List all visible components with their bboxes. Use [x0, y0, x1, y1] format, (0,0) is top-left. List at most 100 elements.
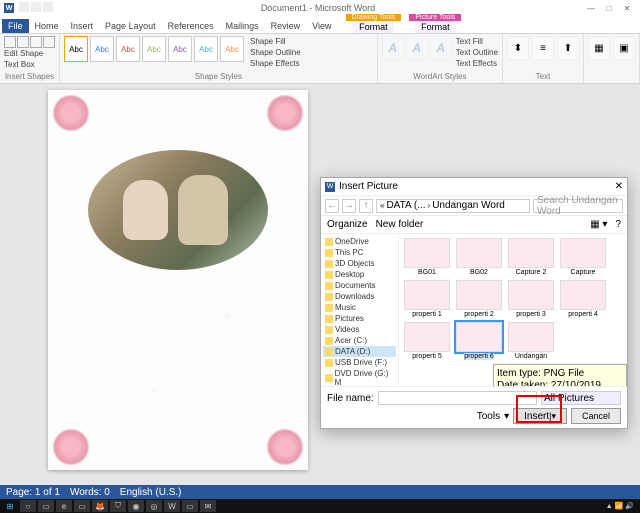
position-button[interactable]: ▦ [588, 36, 610, 60]
sidebar-item[interactable]: Videos [323, 324, 396, 335]
file-thumbnail[interactable]: properti 2 [455, 280, 503, 318]
status-bar[interactable]: Page: 1 of 1 Words: 0 English (U.S.) [0, 485, 640, 499]
file-thumbnail[interactable]: BG02 [455, 238, 503, 276]
rose-corner-icon [266, 94, 304, 132]
shape-effects-button[interactable]: Shape Effects [250, 58, 301, 69]
taskbar-button[interactable]: ⛉ [110, 500, 126, 512]
word-icon: W [4, 3, 14, 13]
sidebar-item[interactable]: OneDrive [323, 236, 396, 247]
file-thumbnail[interactable]: Capture 2 [507, 238, 555, 276]
quick-access-toolbar[interactable] [18, 2, 54, 15]
insert-picture-dialog: WInsert Picture ✕ ← → ↑ « DATA (... › Un… [320, 177, 628, 429]
tab-references[interactable]: References [162, 19, 220, 33]
dialog-nav: ← → ↑ « DATA (... › Undangan Word Search… [321, 196, 627, 216]
sidebar-item[interactable]: USB Drive (F:) [323, 357, 396, 368]
file-thumbnail[interactable]: BG01 [403, 238, 451, 276]
tab-mailings[interactable]: Mailings [220, 19, 265, 33]
tools-dropdown[interactable]: Tools [477, 411, 500, 422]
create-link-button[interactable]: ⬆ [557, 36, 579, 60]
tab-page-layout[interactable]: Page Layout [99, 19, 162, 33]
tab-format-drawing[interactable]: Format [353, 21, 394, 33]
page-count[interactable]: Page: 1 of 1 [6, 487, 60, 498]
edit-shape-button[interactable]: Edit Shape [4, 48, 55, 59]
view-options-button[interactable]: ▦ ▾ [590, 219, 607, 230]
shapes-gallery[interactable] [4, 36, 55, 48]
file-thumbnail[interactable]: properti 6 [455, 322, 503, 360]
file-thumbnail[interactable]: Undangan [507, 322, 555, 360]
taskbar[interactable]: ⊞○▭e▭🦊⛉◉◎W▭✉▲ 📶 🔊 [0, 499, 640, 513]
back-button[interactable]: ← [325, 199, 339, 213]
taskbar-button[interactable]: ▭ [182, 500, 198, 512]
dialog-titlebar[interactable]: WInsert Picture ✕ [321, 178, 627, 196]
wordart-gallery[interactable]: AAA [382, 36, 452, 69]
tab-view[interactable]: View [306, 19, 337, 33]
taskbar-button[interactable]: ◎ [146, 500, 162, 512]
sidebar-item[interactable]: Acer (C:) [323, 335, 396, 346]
insert-button[interactable]: Insert |▾ [513, 408, 567, 424]
align-text-button[interactable]: ≡ [532, 36, 554, 60]
file-tooltip: Item type: PNG File Date taken: 27/10/20… [493, 364, 627, 386]
text-direction-button[interactable]: ⬍ [507, 36, 529, 60]
tab-insert[interactable]: Insert [65, 19, 100, 33]
tab-file[interactable]: File [2, 19, 29, 33]
cancel-button[interactable]: Cancel [571, 408, 621, 424]
page[interactable] [48, 90, 308, 470]
sidebar-item[interactable]: Music [323, 302, 396, 313]
filename-input[interactable] [378, 391, 537, 405]
taskbar-button[interactable]: 🦊 [92, 500, 108, 512]
file-thumbnail[interactable]: properti 5 [403, 322, 451, 360]
taskbar-button[interactable]: ▭ [74, 500, 90, 512]
sidebar-item[interactable]: Downloads [323, 291, 396, 302]
file-thumbnail[interactable]: Capture [559, 238, 607, 276]
dialog-sidebar[interactable]: OneDriveThis PC3D ObjectsDesktopDocument… [321, 234, 399, 386]
sidebar-item[interactable]: Desktop [323, 269, 396, 280]
new-folder-button[interactable]: New folder [376, 219, 424, 230]
sidebar-item[interactable]: DATA (D:) [323, 346, 396, 357]
address-bar[interactable]: « DATA (... › Undangan Word [376, 199, 530, 213]
shape-outline-button[interactable]: Shape Outline [250, 47, 301, 58]
system-tray[interactable]: ▲ 📶 🔊 [606, 502, 638, 510]
group-text: ⬍ ≡ ⬆ Text [503, 34, 584, 83]
tab-home[interactable]: Home [29, 19, 65, 33]
file-filter-dropdown[interactable]: All Pictures [541, 391, 621, 405]
tab-format-picture[interactable]: Format [415, 21, 456, 33]
group-insert-shapes: Edit Shape Text Box Insert Shapes [0, 34, 60, 83]
taskbar-button[interactable]: ⊞ [2, 500, 18, 512]
sidebar-item[interactable]: Pictures [323, 313, 396, 324]
taskbar-button[interactable]: ○ [20, 500, 36, 512]
wrap-text-button[interactable]: ▣ [613, 36, 635, 60]
couple-photo[interactable] [88, 150, 268, 270]
text-fill-button[interactable]: Text Fill [456, 36, 498, 47]
search-input[interactable]: Search Undangan Word [533, 199, 623, 213]
file-list[interactable]: BG01BG02Capture 2Captureproperti 1proper… [399, 234, 627, 386]
forward-button[interactable]: → [342, 199, 356, 213]
taskbar-button[interactable]: e [56, 500, 72, 512]
sidebar-item[interactable]: 3D Objects [323, 258, 396, 269]
taskbar-button[interactable]: ✉ [200, 500, 216, 512]
file-thumbnail[interactable]: properti 4 [559, 280, 607, 318]
organize-button[interactable]: Organize [327, 219, 368, 230]
language-status[interactable]: English (U.S.) [120, 487, 182, 498]
shape-style-gallery[interactable]: Abc Abc Abc Abc Abc Abc Abc [64, 36, 244, 69]
file-thumbnail[interactable]: properti 3 [507, 280, 555, 318]
sidebar-item[interactable]: DVD Drive (G:) M [323, 368, 396, 386]
taskbar-button[interactable]: W [164, 500, 180, 512]
sidebar-item[interactable]: Documents [323, 280, 396, 291]
word-count[interactable]: Words: 0 [70, 487, 110, 498]
text-box-button[interactable]: Text Box [4, 59, 55, 70]
rose-corner-icon [52, 94, 90, 132]
help-button[interactable]: ? [615, 219, 621, 230]
taskbar-button[interactable]: ◉ [128, 500, 144, 512]
window-buttons[interactable]: —□✕ [582, 3, 636, 14]
text-effects-button[interactable]: Text Effects [456, 58, 498, 69]
shape-fill-button[interactable]: Shape Fill [250, 36, 301, 47]
dialog-footer: File name: All Pictures Tools ▾ Insert |… [321, 386, 627, 428]
sidebar-item[interactable]: This PC [323, 247, 396, 258]
close-icon[interactable]: ✕ [615, 181, 623, 192]
group-wordart-styles: AAA Text Fill Text Outline Text Effects … [378, 34, 503, 83]
up-button[interactable]: ↑ [359, 199, 373, 213]
text-outline-button[interactable]: Text Outline [456, 47, 498, 58]
taskbar-button[interactable]: ▭ [38, 500, 54, 512]
tab-review[interactable]: Review [265, 19, 307, 33]
file-thumbnail[interactable]: properti 1 [403, 280, 451, 318]
